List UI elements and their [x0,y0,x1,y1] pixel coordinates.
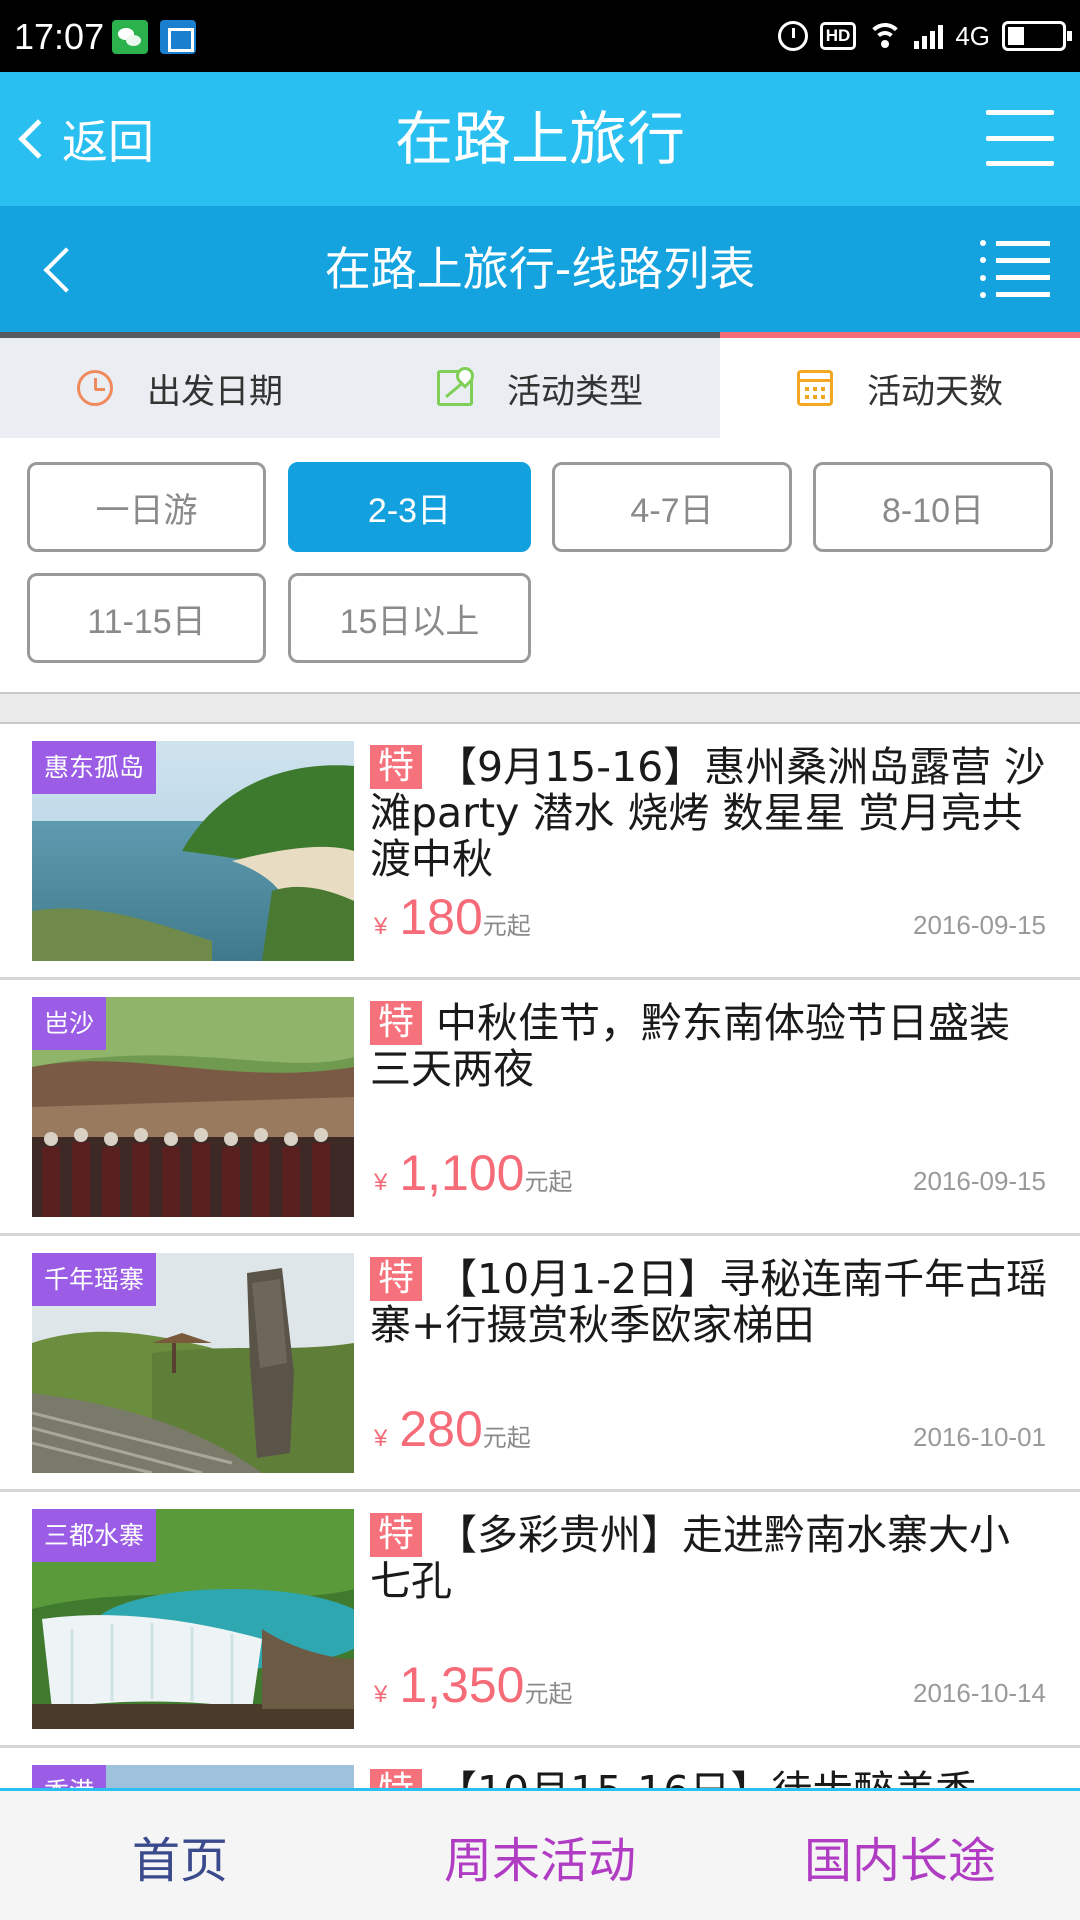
sub-title: 在路上旅行-线路列表 [324,242,756,296]
location-tag: 三都水寨 [32,1509,157,1562]
list-item[interactable]: 岜沙 特中秋佳节，黔东南体验节日盛装 三天两夜 ¥1,100元起 2016-09… [0,980,1080,1236]
chevron-left-icon [18,119,58,159]
option-one-day[interactable]: 一日游 [27,462,266,552]
route-title-text: 【10月1-2日】寻秘连南千年古瑶寨+行摄赏秋季欧家梯田 [370,1255,1048,1349]
route-date: 2016-09-15 [913,910,1046,940]
route-list: 惠东孤岛 特【9月15-16】惠州桑洲岛露营 沙滩party 潜水 烧烤 数星星… [0,724,1080,1788]
special-badge: 特 [370,1001,423,1045]
status-time: 17:07 [14,16,105,57]
option-15-plus-days[interactable]: 15日以上 [288,573,531,663]
tab-activity-days[interactable]: 活动天数 [720,332,1080,438]
clock-icon [77,370,113,406]
status-bar: 17:07 HD 4G [0,0,1080,72]
day-options: 一日游 2-3日 4-7日 8-10日 11-15日 15日以上 [0,438,1080,692]
app-header: 返回 在路上旅行 [0,72,1080,206]
special-badge: 特 [370,1257,423,1301]
option-11-15-days[interactable]: 11-15日 [27,573,266,663]
sub-header: 在路上旅行-线路列表 [0,206,1080,332]
tab-departure-date[interactable]: 出发日期 [0,332,360,438]
hd-icon: HD [819,22,857,50]
tab-label: 活动天数 [867,371,1003,412]
route-photo: 惠东孤岛 [32,741,354,961]
location-tag: 香港 [32,1765,107,1788]
route-date: 2016-10-14 [913,1678,1046,1708]
route-title: 特【多彩贵州】走进黔南水寨大小七孔 [370,1512,1050,1604]
route-photo: 岜沙 [32,997,354,1217]
tab-activity-type[interactable]: 活动类型 [360,332,720,438]
status-icons: HD 4G [777,14,1072,58]
app-screen: 17:07 HD 4G 返回 在路上旅行 在路上旅行-线路列表 出发日期 活动类… [0,0,1080,1920]
list-item[interactable]: 三都水寨 特【多彩贵州】走进黔南水寨大小七孔 ¥1,350元起 2016-10-… [0,1492,1080,1748]
route-photo: 千年瑶寨 [32,1253,354,1473]
location-tag: 惠东孤岛 [32,741,157,794]
route-title: 特【10月1-2日】寻秘连南千年古瑶寨+行摄赏秋季欧家梯田 [370,1256,1050,1348]
route-title-text: 【多彩贵州】走进黔南水寨大小七孔 [370,1511,1011,1605]
price-value: 180 [399,889,483,945]
route-title: 特【9月15-16】惠州桑洲岛露营 沙滩party 潜水 烧烤 数星星 赏月亮共… [370,744,1050,882]
option-8-10-days[interactable]: 8-10日 [813,462,1053,552]
route-photo: 香港 [32,1765,354,1788]
list-item[interactable]: 惠东孤岛 特【9月15-16】惠州桑洲岛露营 沙滩party 潜水 烧烤 数星星… [0,724,1080,980]
bottom-navigation: 首页 周末活动 国内长途 [0,1788,1080,1920]
list-item[interactable]: 香港 特【10月15-16日】徒步醉美香 [0,1748,1080,1788]
section-divider [0,692,1080,724]
sub-back-button[interactable] [36,242,88,294]
option-2-3-days[interactable]: 2-3日 [288,462,531,552]
route-price: ¥280元起 [374,1401,531,1457]
map-pin-icon [437,370,473,406]
list-item[interactable]: 千年瑶寨 特【10月1-2日】寻秘连南千年古瑶寨+行摄赏秋季欧家梯田 ¥280元… [0,1236,1080,1492]
price-value: 1,100 [399,1145,525,1201]
route-price: ¥180元起 [374,889,531,945]
location-tag: 岜沙 [32,997,107,1050]
route-price: ¥1,350元起 [374,1657,573,1713]
route-title: 特中秋佳节，黔东南体验节日盛装 三天两夜 [370,1000,1050,1092]
hamburger-menu-icon[interactable] [986,110,1054,166]
scanner-icon [160,20,196,54]
alarm-icon [777,21,808,51]
nav-weekend-activities[interactable]: 周末活动 [360,1791,720,1920]
price-value: 1,350 [399,1657,525,1713]
page-title: 在路上旅行 [394,105,685,173]
tab-label: 出发日期 [147,371,283,412]
route-date: 2016-09-15 [913,1166,1046,1196]
back-button[interactable]: 返回 [14,72,154,206]
route-price: ¥1,100元起 [374,1145,573,1201]
list-menu-icon[interactable] [980,240,1050,298]
special-badge: 特 [370,1769,423,1788]
calendar-icon [797,370,833,406]
price-value: 280 [399,1401,483,1457]
nav-home[interactable]: 首页 [0,1791,360,1920]
route-photo: 三都水寨 [32,1509,354,1729]
tab-label: 活动类型 [507,371,643,412]
special-badge: 特 [370,1513,423,1557]
signal-icon [914,23,944,49]
route-date: 2016-10-01 [913,1422,1046,1452]
route-title-text: 中秋佳节，黔东南体验节日盛装 三天两夜 [370,999,1011,1093]
nav-domestic-long-trips[interactable]: 国内长途 [720,1791,1080,1920]
filter-tabs: 出发日期 活动类型 活动天数 [0,332,1080,438]
wechat-icon [112,20,148,54]
location-tag: 千年瑶寨 [32,1253,157,1306]
route-title-text: 【9月15-16】惠州桑洲岛露营 沙滩party 潜水 烧烤 数星星 赏月亮共渡… [370,743,1046,883]
network-type: 4G [955,20,990,51]
route-title-text: 【10月15-16日】徒步醉美香 [436,1768,976,1788]
battery-icon [1002,21,1072,51]
option-4-7-days[interactable]: 4-7日 [552,462,792,552]
back-label: 返回 [62,115,154,169]
route-title: 特【10月15-16日】徒步醉美香 [370,1768,1050,1788]
special-badge: 特 [370,745,423,789]
wifi-icon [868,23,903,49]
